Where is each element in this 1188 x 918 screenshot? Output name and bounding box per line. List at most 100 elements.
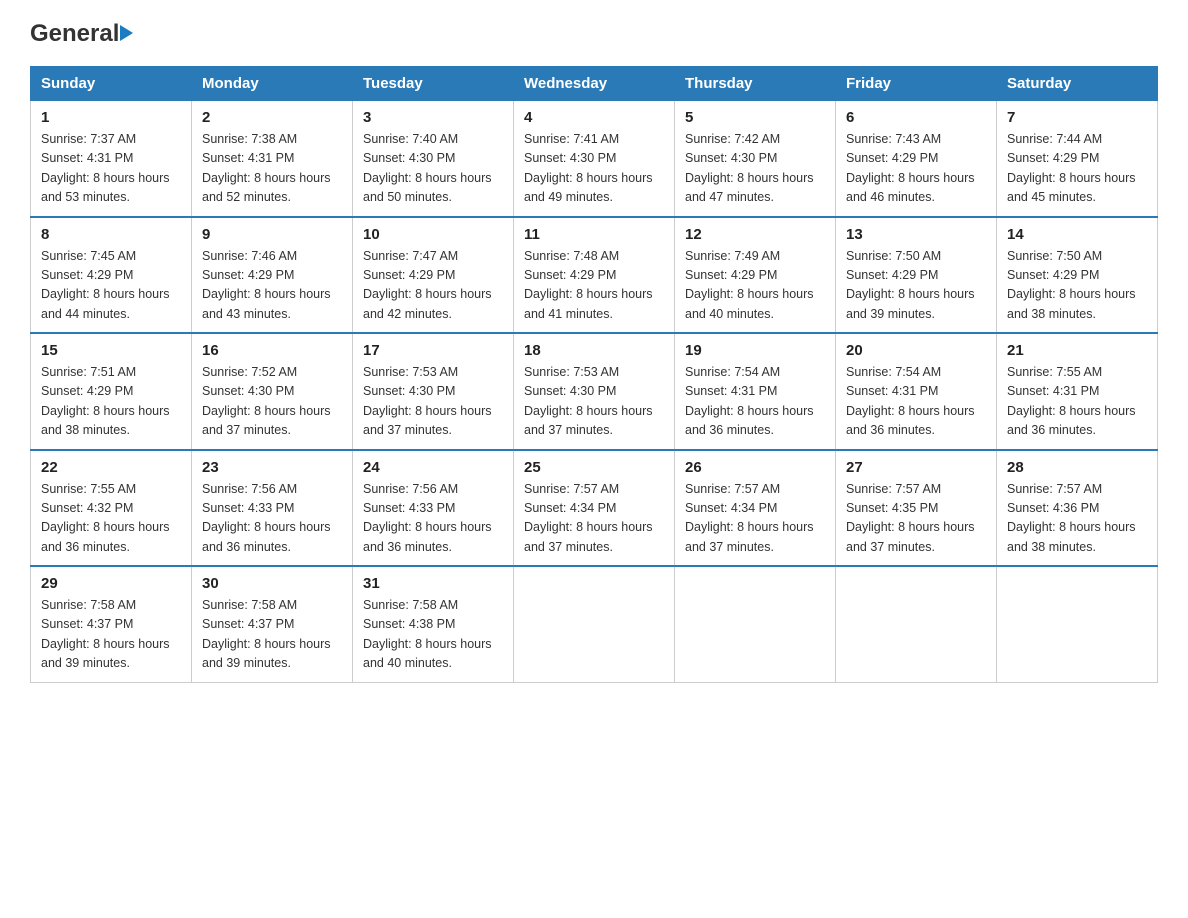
calendar-cell: 7 Sunrise: 7:44 AMSunset: 4:29 PMDayligh… <box>997 101 1158 217</box>
header-monday: Monday <box>192 67 353 101</box>
calendar-cell: 25 Sunrise: 7:57 AMSunset: 4:34 PMDaylig… <box>514 450 675 567</box>
calendar-week-row: 22 Sunrise: 7:55 AMSunset: 4:32 PMDaylig… <box>31 450 1158 567</box>
calendar-cell: 20 Sunrise: 7:54 AMSunset: 4:31 PMDaylig… <box>836 333 997 450</box>
day-number: 22 <box>41 459 181 476</box>
day-number: 7 <box>1007 109 1147 126</box>
calendar-cell <box>997 566 1158 682</box>
day-info: Sunrise: 7:57 AMSunset: 4:34 PMDaylight:… <box>685 480 825 558</box>
day-number: 13 <box>846 226 986 243</box>
day-info: Sunrise: 7:53 AMSunset: 4:30 PMDaylight:… <box>524 363 664 441</box>
day-number: 27 <box>846 459 986 476</box>
calendar-cell: 27 Sunrise: 7:57 AMSunset: 4:35 PMDaylig… <box>836 450 997 567</box>
day-number: 16 <box>202 342 342 359</box>
calendar-week-row: 1 Sunrise: 7:37 AMSunset: 4:31 PMDayligh… <box>31 101 1158 217</box>
header-saturday: Saturday <box>997 67 1158 101</box>
day-info: Sunrise: 7:43 AMSunset: 4:29 PMDaylight:… <box>846 130 986 208</box>
calendar-cell <box>514 566 675 682</box>
calendar-cell: 29 Sunrise: 7:58 AMSunset: 4:37 PMDaylig… <box>31 566 192 682</box>
day-number: 17 <box>363 342 503 359</box>
day-number: 1 <box>41 109 181 126</box>
calendar-cell: 23 Sunrise: 7:56 AMSunset: 4:33 PMDaylig… <box>192 450 353 567</box>
calendar-cell: 17 Sunrise: 7:53 AMSunset: 4:30 PMDaylig… <box>353 333 514 450</box>
day-info: Sunrise: 7:58 AMSunset: 4:37 PMDaylight:… <box>41 596 181 674</box>
logo-general-text: General <box>30 20 119 48</box>
header-wednesday: Wednesday <box>514 67 675 101</box>
day-number: 21 <box>1007 342 1147 359</box>
day-number: 2 <box>202 109 342 126</box>
day-info: Sunrise: 7:53 AMSunset: 4:30 PMDaylight:… <box>363 363 503 441</box>
calendar-cell: 22 Sunrise: 7:55 AMSunset: 4:32 PMDaylig… <box>31 450 192 567</box>
day-info: Sunrise: 7:58 AMSunset: 4:37 PMDaylight:… <box>202 596 342 674</box>
day-info: Sunrise: 7:41 AMSunset: 4:30 PMDaylight:… <box>524 130 664 208</box>
calendar-cell: 24 Sunrise: 7:56 AMSunset: 4:33 PMDaylig… <box>353 450 514 567</box>
calendar-cell: 16 Sunrise: 7:52 AMSunset: 4:30 PMDaylig… <box>192 333 353 450</box>
day-info: Sunrise: 7:38 AMSunset: 4:31 PMDaylight:… <box>202 130 342 208</box>
calendar-table: Sunday Monday Tuesday Wednesday Thursday… <box>30 66 1158 683</box>
day-info: Sunrise: 7:54 AMSunset: 4:31 PMDaylight:… <box>846 363 986 441</box>
header-friday: Friday <box>836 67 997 101</box>
calendar-week-row: 15 Sunrise: 7:51 AMSunset: 4:29 PMDaylig… <box>31 333 1158 450</box>
day-info: Sunrise: 7:54 AMSunset: 4:31 PMDaylight:… <box>685 363 825 441</box>
header-tuesday: Tuesday <box>353 67 514 101</box>
logo: General <box>30 20 133 48</box>
day-number: 28 <box>1007 459 1147 476</box>
day-info: Sunrise: 7:51 AMSunset: 4:29 PMDaylight:… <box>41 363 181 441</box>
day-info: Sunrise: 7:57 AMSunset: 4:36 PMDaylight:… <box>1007 480 1147 558</box>
day-number: 10 <box>363 226 503 243</box>
calendar-cell <box>675 566 836 682</box>
calendar-cell: 18 Sunrise: 7:53 AMSunset: 4:30 PMDaylig… <box>514 333 675 450</box>
calendar-cell: 30 Sunrise: 7:58 AMSunset: 4:37 PMDaylig… <box>192 566 353 682</box>
day-info: Sunrise: 7:52 AMSunset: 4:30 PMDaylight:… <box>202 363 342 441</box>
day-number: 26 <box>685 459 825 476</box>
calendar-cell: 19 Sunrise: 7:54 AMSunset: 4:31 PMDaylig… <box>675 333 836 450</box>
calendar-week-row: 29 Sunrise: 7:58 AMSunset: 4:37 PMDaylig… <box>31 566 1158 682</box>
day-info: Sunrise: 7:50 AMSunset: 4:29 PMDaylight:… <box>846 247 986 325</box>
page-header: General <box>30 20 1158 48</box>
day-number: 23 <box>202 459 342 476</box>
calendar-cell: 5 Sunrise: 7:42 AMSunset: 4:30 PMDayligh… <box>675 101 836 217</box>
day-info: Sunrise: 7:46 AMSunset: 4:29 PMDaylight:… <box>202 247 342 325</box>
day-number: 9 <box>202 226 342 243</box>
day-number: 29 <box>41 575 181 592</box>
day-number: 25 <box>524 459 664 476</box>
day-number: 30 <box>202 575 342 592</box>
calendar-cell: 8 Sunrise: 7:45 AMSunset: 4:29 PMDayligh… <box>31 217 192 334</box>
day-number: 24 <box>363 459 503 476</box>
day-number: 5 <box>685 109 825 126</box>
calendar-cell: 4 Sunrise: 7:41 AMSunset: 4:30 PMDayligh… <box>514 101 675 217</box>
calendar-cell: 3 Sunrise: 7:40 AMSunset: 4:30 PMDayligh… <box>353 101 514 217</box>
day-number: 19 <box>685 342 825 359</box>
calendar-cell: 28 Sunrise: 7:57 AMSunset: 4:36 PMDaylig… <box>997 450 1158 567</box>
weekday-header-row: Sunday Monday Tuesday Wednesday Thursday… <box>31 67 1158 101</box>
day-number: 6 <box>846 109 986 126</box>
calendar-cell: 31 Sunrise: 7:58 AMSunset: 4:38 PMDaylig… <box>353 566 514 682</box>
calendar-cell: 1 Sunrise: 7:37 AMSunset: 4:31 PMDayligh… <box>31 101 192 217</box>
calendar-cell: 6 Sunrise: 7:43 AMSunset: 4:29 PMDayligh… <box>836 101 997 217</box>
day-number: 15 <box>41 342 181 359</box>
day-number: 4 <box>524 109 664 126</box>
logo-triangle-icon <box>120 25 133 41</box>
day-info: Sunrise: 7:40 AMSunset: 4:30 PMDaylight:… <box>363 130 503 208</box>
calendar-cell: 14 Sunrise: 7:50 AMSunset: 4:29 PMDaylig… <box>997 217 1158 334</box>
day-info: Sunrise: 7:42 AMSunset: 4:30 PMDaylight:… <box>685 130 825 208</box>
calendar-cell: 10 Sunrise: 7:47 AMSunset: 4:29 PMDaylig… <box>353 217 514 334</box>
day-info: Sunrise: 7:44 AMSunset: 4:29 PMDaylight:… <box>1007 130 1147 208</box>
day-info: Sunrise: 7:57 AMSunset: 4:34 PMDaylight:… <box>524 480 664 558</box>
calendar-cell: 21 Sunrise: 7:55 AMSunset: 4:31 PMDaylig… <box>997 333 1158 450</box>
calendar-cell: 2 Sunrise: 7:38 AMSunset: 4:31 PMDayligh… <box>192 101 353 217</box>
day-info: Sunrise: 7:50 AMSunset: 4:29 PMDaylight:… <box>1007 247 1147 325</box>
day-info: Sunrise: 7:49 AMSunset: 4:29 PMDaylight:… <box>685 247 825 325</box>
header-thursday: Thursday <box>675 67 836 101</box>
calendar-cell: 15 Sunrise: 7:51 AMSunset: 4:29 PMDaylig… <box>31 333 192 450</box>
day-number: 12 <box>685 226 825 243</box>
day-info: Sunrise: 7:55 AMSunset: 4:32 PMDaylight:… <box>41 480 181 558</box>
day-info: Sunrise: 7:37 AMSunset: 4:31 PMDaylight:… <box>41 130 181 208</box>
day-info: Sunrise: 7:57 AMSunset: 4:35 PMDaylight:… <box>846 480 986 558</box>
day-number: 14 <box>1007 226 1147 243</box>
calendar-cell: 11 Sunrise: 7:48 AMSunset: 4:29 PMDaylig… <box>514 217 675 334</box>
day-number: 3 <box>363 109 503 126</box>
calendar-week-row: 8 Sunrise: 7:45 AMSunset: 4:29 PMDayligh… <box>31 217 1158 334</box>
day-info: Sunrise: 7:45 AMSunset: 4:29 PMDaylight:… <box>41 247 181 325</box>
header-sunday: Sunday <box>31 67 192 101</box>
day-info: Sunrise: 7:47 AMSunset: 4:29 PMDaylight:… <box>363 247 503 325</box>
